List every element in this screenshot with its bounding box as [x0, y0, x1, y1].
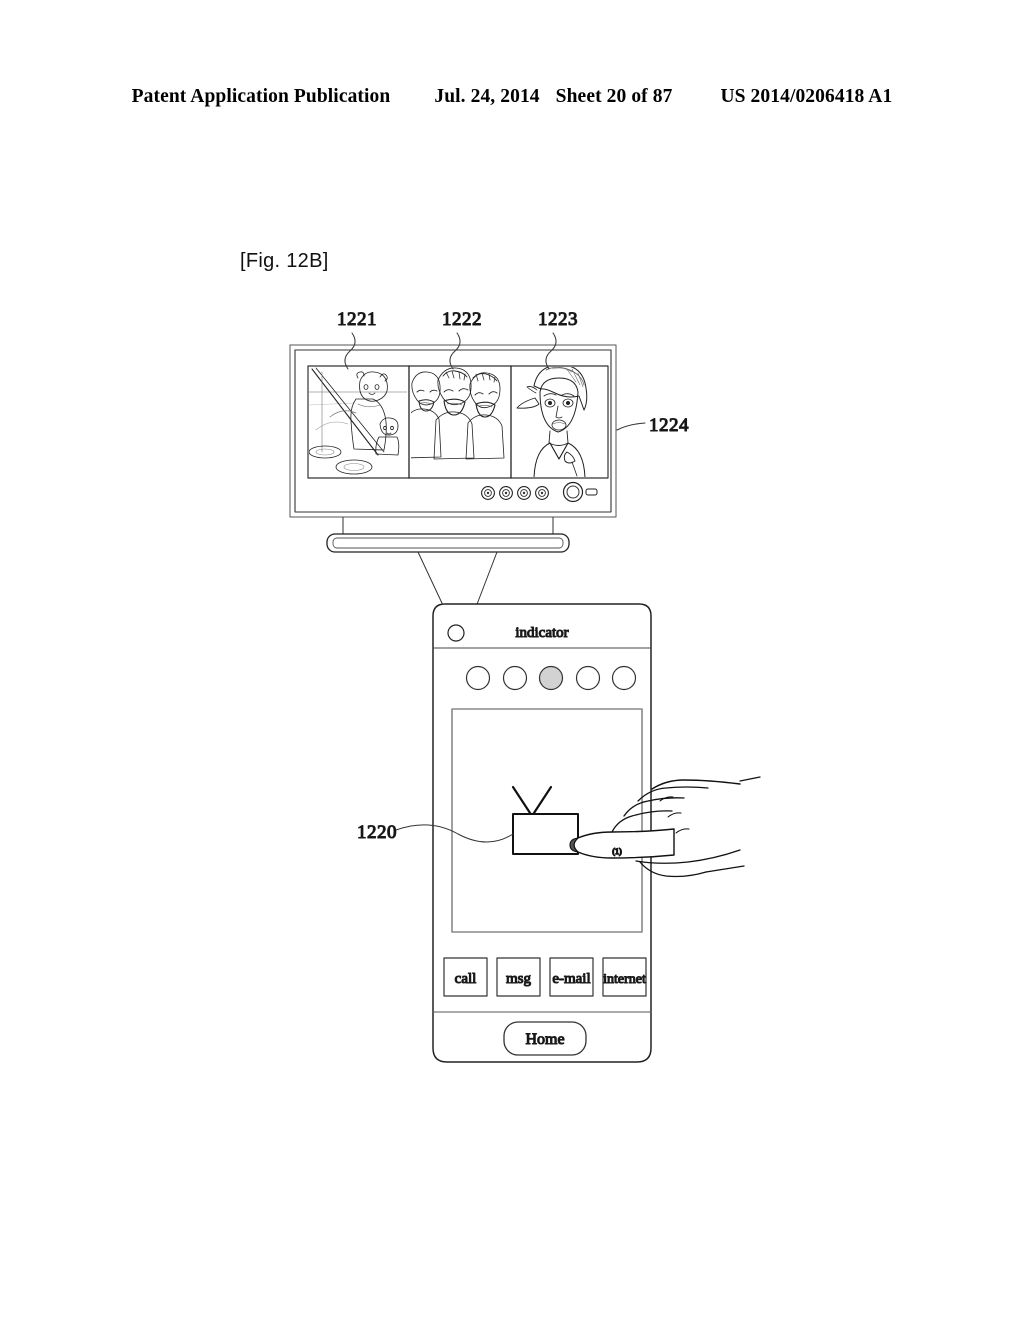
tv-button-1[interactable]	[481, 486, 495, 500]
numeral-1220: 1220	[357, 822, 397, 843]
tv-button-4[interactable]	[535, 486, 549, 500]
page-dot-2[interactable]	[502, 665, 528, 691]
numeral-1221: 1221	[337, 309, 377, 330]
home-button[interactable]: Home	[503, 1021, 587, 1056]
page-dot-5[interactable]	[611, 665, 637, 691]
page-dot-3-active[interactable]	[538, 665, 564, 691]
tv-indicator-slot	[585, 488, 598, 496]
app-button-email[interactable]: e-mail	[549, 957, 594, 997]
app-label-call: call	[455, 971, 477, 987]
app-button-call[interactable]: call	[443, 957, 488, 997]
numeral-1222: 1222	[442, 309, 482, 330]
indicator-label: indicator	[515, 625, 568, 641]
leader-1224	[616, 422, 646, 431]
finger-nail-mark: (1)	[612, 847, 622, 856]
patent-drawing: 1221 1222 1223 1224 indicator call msg e…	[289, 308, 761, 1063]
numeral-1223: 1223	[538, 309, 578, 330]
front-camera-icon	[447, 624, 465, 642]
tv-button-2[interactable]	[499, 486, 513, 500]
app-button-msg[interactable]: msg	[496, 957, 541, 997]
app-label-msg: msg	[506, 971, 532, 987]
app-label-internet: internet	[603, 972, 646, 987]
tv-stand	[326, 516, 570, 553]
numeral-1224: 1224	[649, 415, 689, 436]
app-label-email: e-mail	[552, 971, 590, 987]
app-button-internet[interactable]: internet	[602, 957, 647, 997]
television-device	[289, 332, 646, 553]
home-button-label: Home	[525, 1031, 564, 1048]
page-dot-1[interactable]	[465, 665, 491, 691]
tv-button-3[interactable]	[517, 486, 531, 500]
page-dot-4[interactable]	[575, 665, 601, 691]
tv-power-knob[interactable]	[562, 481, 584, 503]
